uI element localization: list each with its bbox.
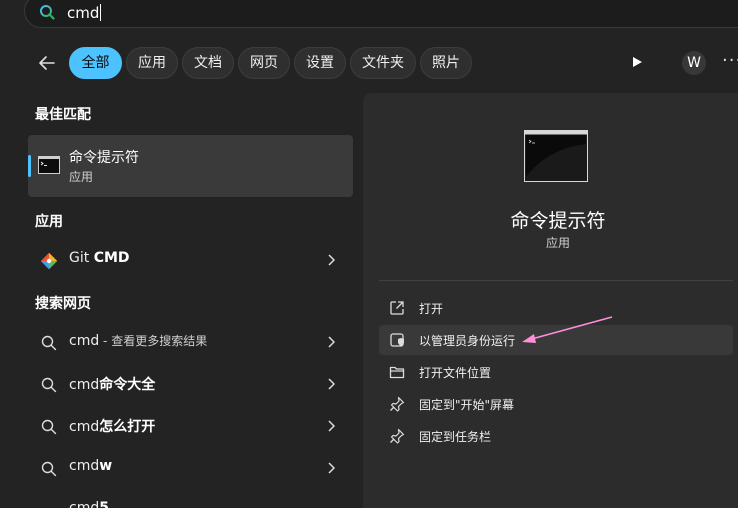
pin-icon [390,428,405,444]
best-match-item[interactable]: 命令提示符 应用 [28,135,353,197]
web-result-label: cmd怎么打开 [69,419,156,435]
back-arrow-icon[interactable] [37,53,57,73]
section-best-match: 最佳匹配 [35,107,91,123]
chevron-right-icon[interactable] [327,420,335,432]
preview-subtitle: 应用 [545,236,570,250]
shield-admin-icon [390,333,404,347]
chevron-right-icon[interactable] [327,254,335,266]
action-label: 打开文件位置 [419,366,492,380]
web-result-item[interactable]: cmdw [28,451,353,485]
filter-apps[interactable]: 应用 [126,47,178,79]
web-result-item[interactable]: cmd怎么打开 [28,409,353,443]
web-result-item[interactable]: cmd - 查看更多搜索结果 [28,325,353,359]
filter-folders[interactable]: 文件夹 [350,47,416,79]
web-result-label: cmd命令大全 [69,377,156,393]
pin-icon [390,396,405,412]
action-label: 以管理员身份运行 [419,334,516,348]
annotation-arrow-icon [522,316,613,343]
best-match-title: 命令提示符 [69,150,139,166]
app-item-git-cmd[interactable]: Git CMD [28,243,353,277]
web-result-label: cmdw [69,458,113,474]
filter-web[interactable]: 网页 [238,47,290,79]
chevron-right-icon[interactable] [327,336,335,348]
filter-settings[interactable]: 设置 [294,47,346,79]
search-icon [40,5,55,20]
git-cmd-icon [40,252,58,270]
web-result-item[interactable]: cmd命令大全 [28,367,353,401]
filter-toolbar: 全部 应用 文档 网页 设置 文件夹 照片 W ··· [0,46,738,80]
action-label: 固定到任务栏 [419,430,492,444]
action-pin-to-taskbar[interactable]: 固定到任务栏 [379,421,733,451]
filter-documents[interactable]: 文档 [182,47,234,79]
best-match-subtitle: 应用 [69,170,94,184]
filter-photos[interactable]: 照片 [420,47,472,79]
web-result-label: cmd - 查看更多搜索结果 [69,333,208,349]
selection-indicator [28,155,31,177]
open-external-icon [390,301,404,315]
more-options-icon[interactable]: ··· [722,50,738,71]
search-icon [41,461,57,477]
section-web-search: 搜索网页 [35,296,91,312]
text-caret [100,4,102,21]
command-prompt-icon [38,156,60,174]
search-icon [41,377,57,393]
web-result-item[interactable]: cmd5 [28,493,353,508]
section-apps: 应用 [35,214,63,230]
search-icon [41,419,57,435]
play-icon[interactable] [631,56,643,68]
filter-all[interactable]: 全部 [69,47,122,79]
app-item-label: Git CMD [69,250,130,266]
preview-panel: 命令提示符 应用 打开 以管理员身份运行 打开文件位置 固定到"开始"屏幕 固定… [363,93,738,508]
action-label: 打开 [419,302,444,316]
chevron-right-icon[interactable] [327,378,335,390]
action-open-file-location[interactable]: 打开文件位置 [379,357,733,387]
account-avatar[interactable]: W [682,51,706,75]
divider [379,280,733,281]
command-prompt-icon [524,130,588,182]
search-icon [41,335,57,351]
action-label: 固定到"开始"屏幕 [419,398,515,412]
web-result-label: cmd5 [69,500,109,508]
chevron-right-icon[interactable] [327,462,335,474]
folder-icon [389,366,405,379]
action-pin-to-start[interactable]: 固定到"开始"屏幕 [379,389,733,419]
search-input[interactable]: cmd [67,4,102,22]
search-box[interactable]: cmd [24,0,738,28]
preview-title: 命令提示符 [510,210,606,232]
